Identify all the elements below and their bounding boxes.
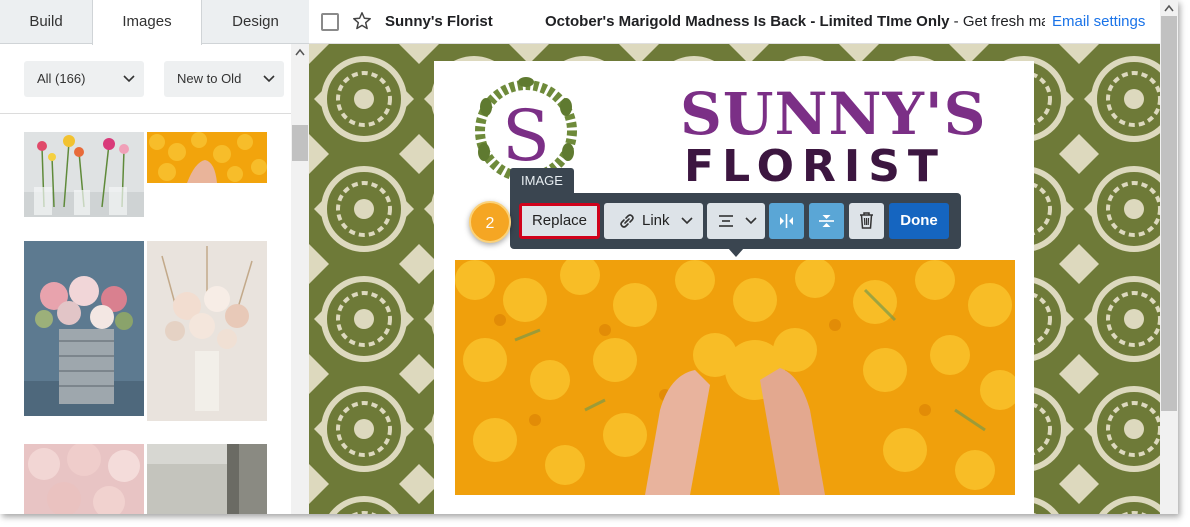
step-badge: 2 <box>469 201 511 243</box>
sort-select-value: New to Old <box>177 71 242 86</box>
align-center-icon <box>719 215 733 227</box>
scroll-thumb[interactable] <box>292 125 308 161</box>
chevron-down-icon <box>745 217 757 225</box>
tab-images[interactable]: Images <box>92 0 202 45</box>
sort-select[interactable]: New to Old <box>164 61 284 97</box>
email-subject-line: October's Marigold Madness Is Back - Lim… <box>545 13 1045 30</box>
selected-image-marigold[interactable] <box>455 260 1015 495</box>
chevron-down-icon <box>123 75 135 83</box>
gallery-image-marigold[interactable] <box>147 132 267 183</box>
scroll-thumb[interactable] <box>1161 16 1177 411</box>
gallery-image-window[interactable] <box>147 444 267 514</box>
email-subject: October's Marigold Madness Is Back - Lim… <box>545 13 950 30</box>
scroll-up-icon[interactable] <box>295 48 305 56</box>
star-icon[interactable] <box>351 10 373 32</box>
tab-build[interactable]: Build <box>0 0 92 44</box>
logo-line-1: SUNNY'S <box>680 80 987 148</box>
logo-line-2: FLORIST <box>684 141 946 192</box>
link-button[interactable]: Link <box>604 203 703 239</box>
done-button[interactable]: Done <box>889 203 949 239</box>
delete-button[interactable] <box>849 203 884 239</box>
full-height-button[interactable] <box>809 203 844 239</box>
sender-name: Sunny's Florist <box>385 13 493 30</box>
link-button-label: Link <box>642 212 670 229</box>
gallery-image-pale-bouquet[interactable] <box>147 241 267 421</box>
email-header-bar: Sunny's Florist October's Marigold Madne… <box>309 0 1160 44</box>
email-settings-link[interactable]: Email settings <box>1052 13 1145 30</box>
tab-design[interactable]: Design <box>202 0 309 44</box>
florist-logo-wordmark: SUNNY'S FLORIST <box>680 80 987 192</box>
full-width-button[interactable] <box>769 203 804 239</box>
email-preview: - Get fresh mari… <box>953 13 1045 30</box>
gallery-image-tulips[interactable] <box>24 132 144 217</box>
chevron-down-icon <box>681 217 693 225</box>
gallery-image-ranunculus[interactable] <box>24 444 144 514</box>
chevron-down-icon <box>263 75 275 83</box>
category-select[interactable]: All (166) <box>24 61 144 97</box>
gallery-image-roses-tin[interactable] <box>24 241 144 416</box>
toolbar-pointer <box>728 248 744 257</box>
link-icon <box>620 214 634 228</box>
align-dropdown[interactable] <box>707 203 765 239</box>
expand-vertical-icon <box>819 215 834 227</box>
trash-icon <box>860 212 873 229</box>
expand-horizontal-icon <box>780 214 793 228</box>
select-checkbox[interactable] <box>321 13 339 31</box>
left-panel: Build Images Design All (166) New to Old <box>0 0 309 514</box>
canvas-scrollbar[interactable] <box>1160 0 1178 514</box>
image-block-tag: IMAGE <box>510 168 574 194</box>
category-select-value: All (166) <box>37 71 86 86</box>
logo-monogram: S <box>502 95 550 177</box>
image-toolbar: Replace Link Done <box>510 193 961 249</box>
gallery-scrollbar[interactable] <box>291 44 309 514</box>
app-window: Build Images Design All (166) New to Old <box>0 0 1178 514</box>
panel-tabs: Build Images Design <box>0 0 309 45</box>
scroll-up-icon[interactable] <box>1164 4 1174 12</box>
image-gallery <box>0 114 291 514</box>
replace-button[interactable]: Replace <box>519 203 600 239</box>
